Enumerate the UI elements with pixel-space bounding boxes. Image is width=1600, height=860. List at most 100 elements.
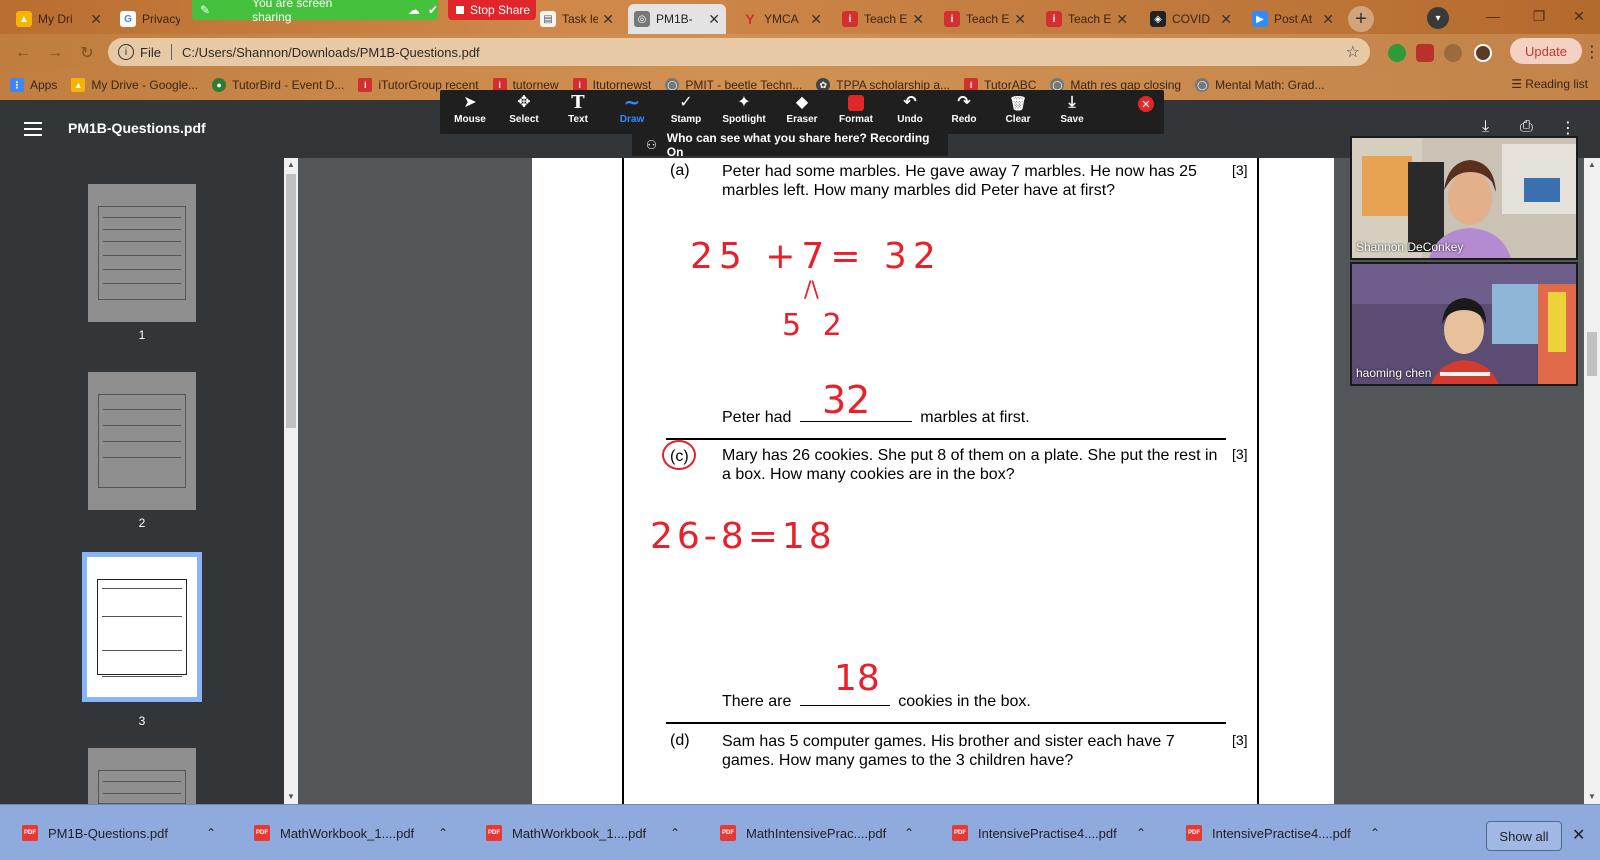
- close-downloads-icon[interactable]: ✕: [1572, 825, 1585, 845]
- tab-privacy[interactable]: G Privacy: [114, 4, 186, 34]
- download-item[interactable]: PDF IntensivePractise4....pdf ⌃: [952, 821, 1146, 845]
- close-annotation-icon[interactable]: ✕: [1138, 96, 1154, 112]
- tool-draw[interactable]: ∼ Draw: [606, 92, 658, 132]
- close-icon[interactable]: ✕: [1014, 11, 1026, 28]
- download-item[interactable]: PDF IntensivePractise4....pdf ⌃: [1186, 821, 1380, 845]
- tool-save[interactable]: ⤓ Save: [1046, 92, 1098, 132]
- thumbnail-page-4[interactable]: [88, 748, 196, 804]
- participant-video-shannon[interactable]: Shannon DeConkey: [1350, 136, 1578, 260]
- tab-task[interactable]: ▤ Task le ✕: [534, 4, 620, 34]
- close-icon[interactable]: ✕: [1220, 11, 1232, 28]
- close-icon[interactable]: ✕: [1322, 11, 1334, 28]
- tool-stamp[interactable]: ✓ Stamp: [660, 92, 712, 132]
- thumbnail-sidebar: 1 2 3: [0, 158, 294, 804]
- print-icon[interactable]: ⎙: [1520, 118, 1533, 136]
- chevron-up-icon[interactable]: ⌃: [438, 826, 448, 840]
- close-icon[interactable]: ✕: [1116, 11, 1128, 28]
- answer-c-suffix: cookies in the box.: [898, 693, 1031, 710]
- download-item[interactable]: PDF MathWorkbook_1....pdf ⌃: [486, 821, 680, 845]
- ublock-icon[interactable]: [1416, 44, 1434, 62]
- tab-pm1b-active[interactable]: ◎ PM1B- ✕: [628, 4, 726, 34]
- cloud-icon: ☁: [407, 3, 420, 17]
- tab-my-drive[interactable]: ▲ My Dri ✕: [10, 4, 108, 34]
- forward-button[interactable]: →: [44, 42, 66, 64]
- hamburger-menu-icon[interactable]: [24, 122, 42, 136]
- tool-label: Redo: [951, 114, 977, 125]
- scroll-up-icon[interactable]: ▲: [284, 158, 298, 172]
- more-options-icon[interactable]: ⋮: [1560, 118, 1576, 138]
- tool-spotlight[interactable]: ✦ Spotlight: [714, 92, 774, 132]
- extension-green-icon[interactable]: [1388, 44, 1406, 62]
- thumbnail-page-2[interactable]: [88, 372, 196, 510]
- chevron-up-icon[interactable]: ⌃: [1370, 826, 1380, 840]
- participant-video-haoming[interactable]: haoming chen: [1350, 262, 1578, 386]
- bookmark-mental-math[interactable]: ◯ Mental Math: Grad...: [1195, 78, 1325, 92]
- tool-label: Format: [839, 114, 873, 125]
- chevron-up-icon[interactable]: ⌃: [670, 826, 680, 840]
- tool-clear[interactable]: 🗑 Clear: [992, 92, 1044, 132]
- show-all-downloads-button[interactable]: Show all: [1486, 821, 1562, 851]
- close-icon[interactable]: ✕: [912, 11, 924, 28]
- scroll-down-icon[interactable]: ▼: [284, 790, 298, 804]
- restore-button[interactable]: ❐: [1516, 4, 1562, 28]
- tab-teach-2[interactable]: i Teach E ✕: [938, 4, 1032, 34]
- question-d-marks: [3]: [1232, 732, 1248, 748]
- tool-mouse[interactable]: ➤ Mouse: [444, 92, 496, 132]
- tool-eraser[interactable]: ◆ Eraser: [776, 92, 828, 132]
- document-scrollbar[interactable]: ▲ ▼: [1584, 158, 1600, 804]
- tool-undo[interactable]: ↶ Undo: [884, 92, 936, 132]
- scroll-up-icon[interactable]: ▲: [1584, 158, 1600, 172]
- tab-teach-3[interactable]: i Teach E ✕: [1040, 4, 1134, 34]
- tool-select[interactable]: ✥ Select: [498, 92, 550, 132]
- info-icon[interactable]: i: [118, 44, 134, 60]
- bookmark-apps[interactable]: ⋮ Apps: [10, 78, 57, 92]
- close-icon[interactable]: ✕: [90, 11, 102, 28]
- sidebar-scrollbar[interactable]: ▲ ▼: [284, 158, 298, 804]
- thumbnail-page-3[interactable]: [82, 552, 202, 702]
- close-icon[interactable]: ✕: [602, 11, 614, 28]
- tab-post-at[interactable]: ▶ Post At ✕: [1246, 4, 1340, 34]
- download-icon[interactable]: ⤓: [1482, 118, 1489, 136]
- scrollbar-thumb[interactable]: [1587, 332, 1597, 376]
- tool-label: Spotlight: [722, 114, 766, 125]
- scrollbar-thumb[interactable]: [286, 174, 296, 428]
- download-item[interactable]: PDF MathIntensivePrac....pdf ⌃: [720, 821, 914, 845]
- minimize-button[interactable]: —: [1470, 4, 1516, 28]
- back-button[interactable]: ←: [12, 42, 34, 64]
- stop-share-button[interactable]: Stop Share: [448, 0, 536, 20]
- tab-teach-1[interactable]: i Teach E ✕: [836, 4, 930, 34]
- chevron-up-icon[interactable]: ⌃: [206, 826, 216, 840]
- pdf-title: PM1B-Questions.pdf: [68, 120, 206, 136]
- tool-text[interactable]: T Text: [552, 92, 604, 132]
- new-tab-button[interactable]: +: [1348, 6, 1374, 32]
- tool-label: Stamp: [670, 114, 702, 125]
- update-button[interactable]: Update: [1510, 38, 1582, 64]
- bookmark-tutorbird[interactable]: ● TutorBird - Event D...: [212, 78, 344, 92]
- text-icon: T: [571, 92, 585, 113]
- globe-icon: ◯: [1195, 78, 1210, 92]
- browser-menu-icon[interactable]: ⋮: [1584, 42, 1600, 62]
- download-item[interactable]: PDF MathWorkbook_1....pdf ⌃: [254, 821, 448, 845]
- reload-button[interactable]: ↻: [76, 42, 98, 64]
- chevron-up-icon[interactable]: ⌃: [1136, 826, 1146, 840]
- reading-list-button[interactable]: ☰ Reading list: [1511, 77, 1588, 91]
- puzzle-extensions-icon[interactable]: [1444, 44, 1462, 62]
- tab-ymca[interactable]: Y YMCA ✕: [736, 4, 828, 34]
- thumbnail-page-1[interactable]: [88, 184, 196, 322]
- tool-format[interactable]: Format: [830, 92, 882, 132]
- tool-redo[interactable]: ↷ Redo: [938, 92, 990, 132]
- recording-notice[interactable]: ⚇ Who can see what you share here? Recor…: [632, 131, 948, 159]
- download-item[interactable]: PDF PM1B-Questions.pdf ⌃: [22, 821, 216, 845]
- format-color-icon: [848, 95, 864, 111]
- address-bar[interactable]: i File C:/Users/Shannon/Downloads/PM1B-Q…: [108, 38, 1370, 66]
- tab-search-button[interactable]: ▾: [1427, 7, 1449, 29]
- profile-avatar[interactable]: [1474, 44, 1492, 62]
- scroll-down-icon[interactable]: ▼: [1584, 790, 1600, 804]
- bookmark-star-icon[interactable]: ☆: [1346, 42, 1360, 62]
- tab-covid[interactable]: ◈ COVID ✕: [1144, 4, 1238, 34]
- close-icon[interactable]: ✕: [810, 11, 822, 28]
- bookmark-my-drive[interactable]: ▲ My Drive - Google...: [71, 78, 198, 92]
- close-icon[interactable]: ✕: [708, 11, 720, 28]
- window-close-button[interactable]: ✕: [1560, 4, 1598, 28]
- chevron-up-icon[interactable]: ⌃: [904, 826, 914, 840]
